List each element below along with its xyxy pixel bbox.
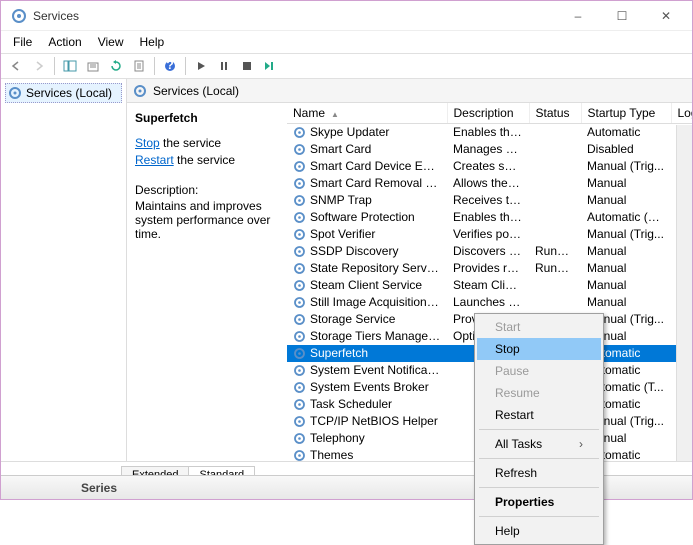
cm-properties[interactable]: Properties: [477, 491, 601, 513]
gear-icon: [293, 296, 306, 309]
content-header-label: Services (Local): [153, 84, 239, 98]
gear-icon: [293, 177, 306, 190]
cm-stop[interactable]: Stop: [477, 338, 601, 360]
gear-icon: [8, 86, 22, 100]
nav-tree: Services (Local): [1, 79, 127, 461]
gear-icon: [293, 347, 306, 360]
gear-icon: [293, 381, 306, 394]
gear-icon: [293, 262, 306, 275]
gear-icon: [293, 194, 306, 207]
col-startup[interactable]: Startup Type: [581, 103, 671, 124]
menu-action[interactable]: Action: [40, 33, 89, 51]
table-row[interactable]: Smart Card Removal PolicyAllows the s...…: [287, 175, 692, 192]
menu-file[interactable]: File: [5, 33, 40, 51]
service-context-menu: Start Stop Pause Resume Restart All Task…: [474, 313, 604, 545]
table-row[interactable]: Software ProtectionEnables the ...Automa…: [287, 209, 692, 226]
detail-panel: Superfetch Stop the service Restart the …: [127, 103, 287, 461]
close-button[interactable]: ✕: [644, 2, 688, 30]
cm-refresh[interactable]: Refresh: [477, 462, 601, 484]
pause-service-icon[interactable]: [213, 55, 235, 77]
gear-icon: [293, 432, 306, 445]
table-row[interactable]: Spot VerifierVerifies pote...Manual (Tri…: [287, 226, 692, 243]
table-row[interactable]: Smart Card Device Enumera...Creates soft…: [287, 158, 692, 175]
svg-text:?: ?: [166, 60, 173, 72]
gear-icon: [133, 84, 147, 98]
back-icon[interactable]: [5, 55, 27, 77]
col-description[interactable]: Description: [447, 103, 529, 124]
titlebar: Services – ☐ ✕: [1, 1, 692, 31]
gear-icon: [293, 364, 306, 377]
gear-icon: [293, 245, 306, 258]
table-row[interactable]: SSDP DiscoveryDiscovers n...RunningManua…: [287, 243, 692, 260]
nav-item-label: Services (Local): [26, 86, 112, 100]
window-title: Services: [33, 9, 556, 23]
gear-icon: [293, 228, 306, 241]
cm-help[interactable]: Help: [477, 520, 601, 542]
cm-pause: Pause: [477, 360, 601, 382]
menubar: File Action View Help: [1, 31, 692, 53]
gear-icon: [293, 143, 306, 156]
col-name[interactable]: Name▲: [287, 103, 447, 124]
description-label: Description:: [135, 183, 279, 197]
table-row[interactable]: Smart CardManages ac...DisabledLoc: [287, 141, 692, 158]
gear-icon: [293, 313, 306, 326]
refresh-icon[interactable]: [105, 55, 127, 77]
table-row[interactable]: State Repository ServiceProvides re...Ru…: [287, 260, 692, 277]
properties-icon[interactable]: [128, 55, 150, 77]
gear-icon: [293, 126, 306, 139]
cm-restart[interactable]: Restart: [477, 404, 601, 426]
toolbar: ?: [1, 53, 692, 79]
cm-all-tasks[interactable]: All Tasks: [477, 433, 601, 455]
menu-view[interactable]: View: [90, 33, 132, 51]
start-service-icon[interactable]: [190, 55, 212, 77]
table-row[interactable]: SNMP TrapReceives tra...ManualLoc: [287, 192, 692, 209]
cm-start: Start: [477, 316, 601, 338]
gear-icon: [293, 398, 306, 411]
gear-icon: [293, 211, 306, 224]
col-status[interactable]: Status: [529, 103, 581, 124]
stop-link[interactable]: Stop: [135, 136, 160, 150]
gear-icon: [293, 415, 306, 428]
table-row[interactable]: Skype UpdaterEnables the ...AutomaticLoc: [287, 124, 692, 141]
description-text: Maintains and improves system performanc…: [135, 199, 279, 241]
cm-resume: Resume: [477, 382, 601, 404]
gear-icon: [293, 160, 306, 173]
gear-icon: [293, 449, 306, 461]
restart-link[interactable]: Restart: [135, 153, 174, 167]
menu-help[interactable]: Help: [132, 33, 173, 51]
forward-icon[interactable]: [28, 55, 50, 77]
selected-service-name: Superfetch: [135, 111, 279, 125]
table-row[interactable]: Steam Client ServiceSteam Clien...Manual…: [287, 277, 692, 294]
minimize-button[interactable]: –: [556, 2, 600, 30]
restart-service-icon[interactable]: [259, 55, 281, 77]
table-row[interactable]: Still Image Acquisition EventsLaunches a…: [287, 294, 692, 311]
gear-icon: [293, 330, 306, 343]
maximize-button[interactable]: ☐: [600, 2, 644, 30]
gear-icon: [293, 279, 306, 292]
nav-services-local[interactable]: Services (Local): [5, 83, 122, 103]
content-header: Services (Local): [127, 79, 692, 103]
stop-service-icon[interactable]: [236, 55, 258, 77]
export-icon[interactable]: [82, 55, 104, 77]
services-app-icon: [11, 8, 27, 24]
vertical-scrollbar[interactable]: [676, 125, 692, 461]
help-icon[interactable]: ?: [159, 55, 181, 77]
col-logon[interactable]: Log: [671, 103, 692, 124]
show-hide-icon[interactable]: [59, 55, 81, 77]
series-label: Series: [81, 481, 117, 495]
